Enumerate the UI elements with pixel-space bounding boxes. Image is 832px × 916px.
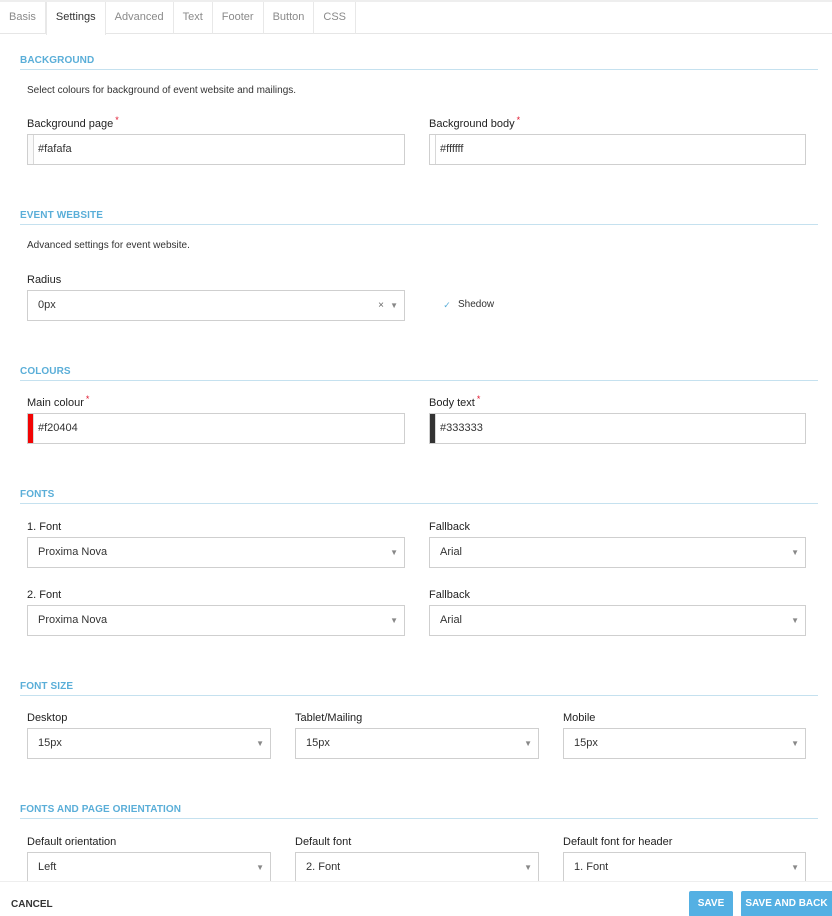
- default-orientation-select[interactable]: Left ▼: [27, 852, 271, 883]
- main-colour-input[interactable]: #f20404: [27, 413, 405, 444]
- body-text-value: #333333: [440, 422, 483, 434]
- radius-label: Radius: [27, 274, 62, 286]
- background-body-label: Background body *: [429, 115, 521, 130]
- chevron-down-icon[interactable]: ▼: [524, 729, 532, 759]
- font2-value: Proxima Nova: [38, 614, 108, 626]
- checkmark-icon[interactable]: ✓: [442, 300, 452, 310]
- default-orientation-label: Default orientation: [27, 836, 117, 848]
- background-page-swatch[interactable]: [28, 135, 34, 164]
- chevron-down-icon[interactable]: ▼: [524, 853, 532, 883]
- tablet-label: Tablet/Mailing: [295, 712, 363, 724]
- fallback2-label: Fallback: [429, 589, 470, 601]
- radius-value: 0px: [38, 299, 56, 311]
- save-button[interactable]: SAVE: [689, 891, 733, 916]
- radius-select[interactable]: 0px × ▼: [27, 290, 405, 321]
- chevron-down-icon[interactable]: ▼: [791, 853, 799, 883]
- background-page-value: #fafafa: [38, 143, 72, 155]
- event-website-description: Advanced settings for event website.: [27, 240, 190, 251]
- save-and-back-button[interactable]: SAVE AND BACK: [741, 891, 832, 916]
- body-text-label: Body text *: [429, 394, 481, 409]
- chevron-down-icon[interactable]: ▼: [791, 606, 799, 636]
- background-body-swatch[interactable]: [430, 135, 436, 164]
- section-title-background: BACKGROUND: [20, 55, 818, 70]
- body-text-input[interactable]: #333333: [429, 413, 806, 444]
- section-title-event-website: EVENT WEBSITE: [20, 210, 818, 225]
- desktop-font-size-select[interactable]: 15px ▼: [27, 728, 271, 759]
- required-mark: *: [85, 394, 90, 404]
- tablet-font-size-select[interactable]: 15px ▼: [295, 728, 539, 759]
- background-page-label: Background page *: [27, 115, 119, 130]
- font1-label: 1. Font: [27, 521, 62, 533]
- tab-text[interactable]: Text: [174, 2, 213, 34]
- tab-advanced[interactable]: Advanced: [106, 2, 174, 34]
- section-title-orientation: FONTS AND PAGE ORIENTATION: [20, 804, 818, 819]
- section-title-font-size: FONT SIZE: [20, 681, 818, 696]
- header-font-label: Default font for header: [563, 836, 673, 848]
- desktop-value: 15px: [38, 737, 62, 749]
- main-colour-label: Main colour *: [27, 394, 90, 409]
- default-orientation-value: Left: [38, 861, 57, 873]
- chevron-down-icon[interactable]: ▼: [256, 729, 264, 759]
- required-mark: *: [115, 115, 119, 125]
- chevron-down-icon[interactable]: ▼: [791, 538, 799, 568]
- mobile-value: 15px: [574, 737, 598, 749]
- required-mark: *: [476, 394, 481, 404]
- font1-select[interactable]: Proxima Nova ▼: [27, 537, 405, 568]
- tab-css[interactable]: CSS: [314, 2, 357, 34]
- background-body-value: #ffffff: [440, 143, 464, 155]
- main-colour-value: #f20404: [38, 422, 78, 434]
- default-font-value: 2. Font: [306, 861, 341, 873]
- footer-bar: CANCEL SAVE SAVE AND BACK: [0, 881, 832, 916]
- fallback1-value: Arial: [440, 546, 463, 558]
- section-title-colours: COLOURS: [20, 366, 818, 381]
- mobile-font-size-select[interactable]: 15px ▼: [563, 728, 806, 759]
- shadow-label: Shedow: [458, 299, 495, 310]
- cancel-button[interactable]: CANCEL: [11, 899, 53, 910]
- background-body-input[interactable]: #ffffff: [429, 134, 806, 165]
- default-font-label: Default font: [295, 836, 352, 848]
- font2-select[interactable]: Proxima Nova ▼: [27, 605, 405, 636]
- tab-bar: Basis Settings Advanced Text Footer Butt…: [0, 0, 832, 35]
- chevron-down-icon[interactable]: ▼: [390, 538, 398, 568]
- fallback2-select[interactable]: Arial ▼: [429, 605, 806, 636]
- required-mark: *: [516, 115, 521, 125]
- body-text-swatch[interactable]: [430, 414, 436, 443]
- header-font-select[interactable]: 1. Font ▼: [563, 852, 806, 883]
- tab-basis[interactable]: Basis: [0, 2, 46, 34]
- mobile-label: Mobile: [563, 712, 596, 724]
- default-font-select[interactable]: 2. Font ▼: [295, 852, 539, 883]
- fallback1-label: Fallback: [429, 521, 470, 533]
- fallback2-value: Arial: [440, 614, 463, 626]
- background-page-input[interactable]: #fafafa: [27, 134, 405, 165]
- chevron-down-icon[interactable]: ▼: [791, 729, 799, 759]
- desktop-label: Desktop: [27, 712, 68, 724]
- fallback1-select[interactable]: Arial ▼: [429, 537, 806, 568]
- tablet-value: 15px: [306, 737, 330, 749]
- chevron-down-icon[interactable]: ▼: [390, 291, 398, 321]
- chevron-down-icon[interactable]: ▼: [256, 853, 264, 883]
- section-title-fonts: FONTS: [20, 489, 818, 504]
- background-description: Select colours for background of event w…: [27, 85, 297, 96]
- tab-footer[interactable]: Footer: [213, 2, 264, 34]
- shadow-checkbox[interactable]: ✓ Shedow: [442, 299, 494, 310]
- font2-label: 2. Font: [27, 589, 62, 601]
- clear-icon[interactable]: ×: [378, 291, 384, 320]
- tab-button[interactable]: Button: [264, 2, 315, 34]
- tab-settings[interactable]: Settings: [45, 2, 106, 35]
- main-colour-swatch[interactable]: [28, 414, 34, 443]
- header-font-value: 1. Font: [574, 861, 609, 873]
- font1-value: Proxima Nova: [38, 546, 108, 558]
- chevron-down-icon[interactable]: ▼: [390, 606, 398, 636]
